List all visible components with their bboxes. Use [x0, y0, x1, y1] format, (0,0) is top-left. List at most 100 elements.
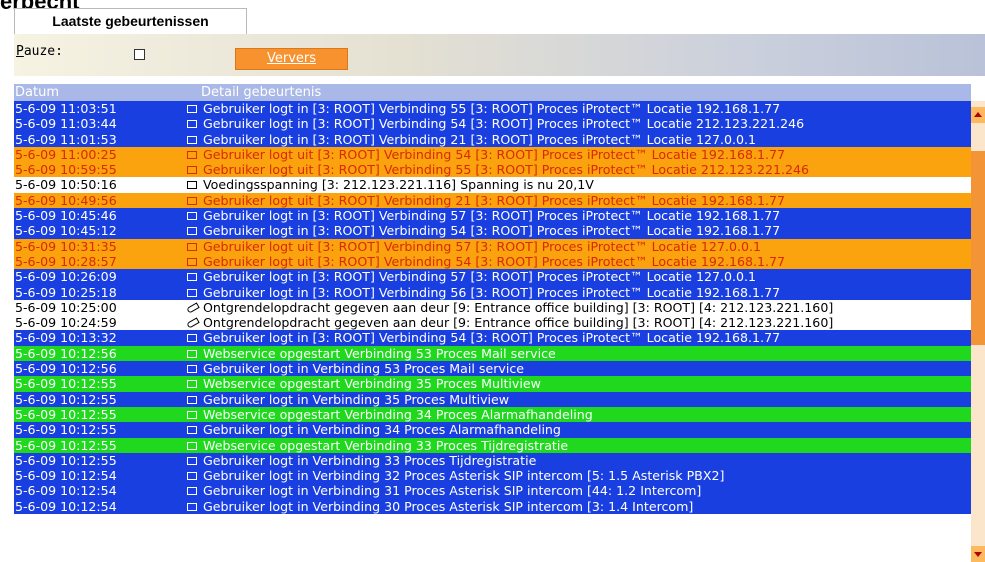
table-row[interactable]: 5-6-09 10:26:09 Gebruiker logt in [3: ROO…: [14, 269, 971, 285]
document-icon: [187, 487, 197, 496]
document-icon: [187, 380, 197, 389]
document-icon: [187, 410, 197, 419]
row-detail: Gebruiker logt in [3: ROOT] Verbinding 5…: [203, 101, 781, 116]
document-icon: [187, 257, 197, 266]
scroll-up-arrow-icon[interactable]: [971, 107, 985, 123]
table-row[interactable]: 5-6-09 10:13:32 Gebruiker logt in [3: ROO…: [14, 330, 971, 346]
table-row[interactable]: 5-6-09 11:03:44 Gebruiker logt in [3: ROO…: [14, 116, 971, 132]
table-row[interactable]: 5-6-09 10:45:46 Gebruiker logt in [3: ROO…: [14, 208, 971, 224]
row-date: 5-6-09 10:45:46: [15, 208, 117, 224]
table-row[interactable]: 5-6-09 10:12:55 Gebruiker logt in Verbind…: [14, 452, 971, 469]
table-row[interactable]: 5-6-09 10:31:35 Gebruiker logt uit [3: RO…: [14, 238, 971, 254]
column-header-date[interactable]: Datum: [15, 85, 59, 100]
row-date: 5-6-09 10:12:55: [15, 437, 117, 453]
document-icon: [187, 334, 197, 343]
scroll-thumb[interactable]: [971, 151, 985, 345]
table-row[interactable]: 5-6-09 11:00:25 Gebruiker logt uit [3: RO…: [14, 146, 971, 163]
row-date: 5-6-09 10:12:54: [15, 498, 117, 514]
row-date: 5-6-09 10:26:09: [15, 269, 117, 285]
toolbar: Pauze: Ververs: [14, 34, 985, 76]
row-date: 5-6-09 10:31:35: [15, 238, 117, 254]
row-date: 5-6-09 10:49:56: [15, 192, 117, 208]
table-row[interactable]: 5-6-09 10:12:54 Gebruiker logt in Verbind…: [14, 483, 971, 499]
row-detail: Gebruiker logt in Verbinding 33 Proces T…: [203, 452, 537, 468]
row-detail: Gebruiker logt in Verbinding 53 Proces M…: [203, 361, 525, 377]
table-row[interactable]: 5-6-09 10:12:55 Webservice opgestart Verb…: [14, 376, 971, 392]
row-date: 5-6-09 10:12:55: [15, 391, 117, 407]
table-row[interactable]: 5-6-09 10:25:00 Ontgrendelopdracht gegeve…: [14, 299, 971, 316]
column-header-detail[interactable]: Detail gebeurtenis: [201, 85, 321, 100]
table-header: Datum Detail gebeurtenis: [14, 84, 971, 101]
table-row[interactable]: 5-6-09 10:25:18 Gebruiker logt in [3: ROO…: [14, 284, 971, 300]
row-detail: Gebruiker logt in [3: ROOT] Verbinding 5…: [203, 116, 805, 132]
table-row[interactable]: 5-6-09 10:12:56 Webservice opgestart Verb…: [14, 345, 971, 362]
row-date: 5-6-09 11:01:53: [15, 131, 117, 147]
row-date: 5-6-09 10:28:57: [15, 253, 117, 269]
row-date: 5-6-09 10:25:18: [15, 284, 117, 300]
row-detail: Webservice opgestart Verbinding 53 Proce…: [203, 345, 556, 361]
document-icon: [187, 273, 197, 282]
row-date: 5-6-09 10:13:32: [15, 330, 117, 346]
table-row[interactable]: 5-6-09 10:50:16 Voedingsspanning [3: 212.…: [14, 177, 971, 193]
document-icon: [187, 456, 197, 465]
document-icon: [187, 288, 197, 297]
table-row[interactable]: 5-6-09 10:12:55 Gebruiker logt in Verbind…: [14, 422, 971, 438]
row-date: 5-6-09 10:50:16: [15, 177, 117, 193]
row-detail: Gebruiker logt in [3: ROOT] Verbinding 5…: [203, 223, 781, 239]
table-row[interactable]: 5-6-09 10:49:56 Gebruiker logt uit [3: RO…: [14, 192, 971, 209]
table-row[interactable]: 5-6-09 11:03:51 Gebruiker logt in [3: ROO…: [14, 101, 971, 117]
row-detail: Gebruiker logt uit [3: ROOT] Verbinding …: [203, 192, 786, 208]
table-row[interactable]: 5-6-09 10:12:56 Gebruiker logt in Verbind…: [14, 361, 971, 377]
row-date: 5-6-09 11:03:44: [15, 116, 117, 132]
row-date: 5-6-09 10:25:00: [15, 299, 117, 315]
row-detail: Webservice opgestart Verbinding 35 Proce…: [203, 376, 541, 392]
row-detail: Gebruiker logt in [3: ROOT] Verbinding 5…: [203, 330, 781, 346]
row-detail: Gebruiker logt uit [3: ROOT] Verbinding …: [203, 146, 786, 162]
row-detail: Gebruiker logt in [3: ROOT] Verbinding 5…: [203, 208, 781, 224]
row-detail: Gebruiker logt in [3: ROOT] Verbinding 5…: [203, 284, 781, 300]
row-date: 5-6-09 10:24:59: [15, 315, 117, 331]
row-date: 5-6-09 10:12:55: [15, 422, 117, 438]
document-icon: [187, 441, 197, 450]
pause-checkbox[interactable]: [134, 49, 145, 60]
document-icon: [187, 105, 197, 113]
document-icon: [187, 349, 197, 358]
refresh-button[interactable]: Ververs: [235, 48, 348, 70]
row-detail: Gebruiker logt in Verbinding 31 Proces A…: [203, 483, 702, 499]
row-detail: Gebruiker logt in [3: ROOT] Verbinding 2…: [203, 131, 757, 147]
table-row[interactable]: 5-6-09 10:59:55 Gebruiker logt uit [3: RO…: [14, 162, 971, 178]
row-detail: Ontgrendelopdracht gegeven aan deur [9: …: [203, 315, 834, 331]
table-row[interactable]: 5-6-09 11:01:53 Gebruiker logt in [3: ROO…: [14, 131, 971, 147]
document-icon: [187, 166, 197, 175]
table-row[interactable]: 5-6-09 10:45:12 Gebruiker logt in [3: ROO…: [14, 223, 971, 239]
table-body: 5-6-09 11:03:51 Gebruiker logt in [3: ROO…: [14, 101, 971, 515]
key-icon: [186, 302, 200, 314]
table-row[interactable]: 5-6-09 10:28:57 Gebruiker logt uit [3: RO…: [14, 253, 971, 270]
table-row[interactable]: 5-6-09 10:12:54 Gebruiker logt in Verbind…: [14, 498, 971, 515]
document-icon: [187, 196, 197, 205]
scroll-down-arrow-icon[interactable]: [971, 546, 985, 562]
document-icon: [187, 227, 197, 236]
row-date: 5-6-09 11:03:51: [15, 101, 117, 116]
row-detail: Gebruiker logt in Verbinding 30 Proces A…: [203, 498, 694, 514]
document-icon: [187, 135, 197, 144]
table-row[interactable]: 5-6-09 10:12:55 Webservice opgestart Verb…: [14, 406, 971, 423]
vertical-scrollbar[interactable]: [971, 101, 985, 562]
table-row[interactable]: 5-6-09 10:12:54 Gebruiker logt in Verbind…: [14, 468, 971, 484]
events-table: Datum Detail gebeurtenis 5-6-09 11:03:51…: [14, 84, 971, 562]
row-date: 5-6-09 10:12:56: [15, 361, 117, 377]
table-row[interactable]: 5-6-09 10:24:59 Ontgrendelopdracht gegeve…: [14, 315, 971, 331]
document-icon: [187, 502, 197, 511]
row-date: 5-6-09 10:59:55: [15, 162, 117, 178]
document-icon: [187, 181, 197, 190]
row-detail: Webservice opgestart Verbinding 33 Proce…: [203, 437, 569, 453]
row-date: 5-6-09 10:12:55: [15, 406, 117, 422]
row-detail: Gebruiker logt uit [3: ROOT] Verbinding …: [203, 238, 761, 254]
tab-latest-events[interactable]: Laatste gebeurtenissen: [14, 8, 247, 34]
row-detail: Gebruiker logt in Verbinding 32 Proces A…: [203, 468, 725, 484]
document-icon: [187, 472, 197, 481]
table-row[interactable]: 5-6-09 10:12:55 Webservice opgestart Verb…: [14, 437, 971, 453]
row-detail: Webservice opgestart Verbinding 34 Proce…: [203, 406, 593, 422]
table-row[interactable]: 5-6-09 10:12:55 Gebruiker logt in Verbind…: [14, 391, 971, 407]
row-detail: Voedingsspanning [3: 212.123.221.116] Sp…: [203, 177, 594, 193]
